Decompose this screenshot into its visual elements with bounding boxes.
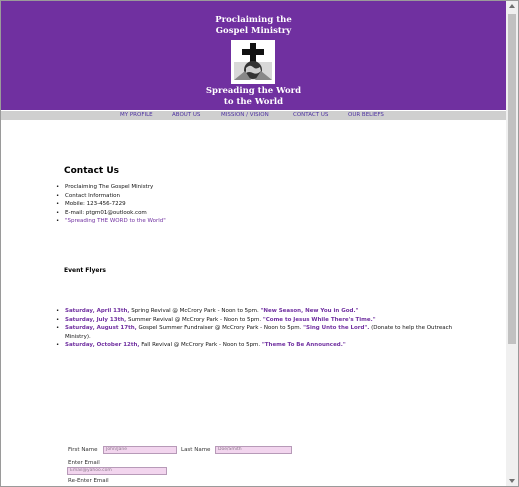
last-name-label: Last Name bbox=[181, 447, 211, 453]
ministry-title: Proclaiming the Gospel Ministry bbox=[1, 15, 506, 37]
tagline-line2: to the World bbox=[223, 97, 284, 107]
event-item: Saturday, October 12th, Fall Revival @ M… bbox=[56, 341, 456, 350]
event-theme: "New Season, New You in God." bbox=[260, 308, 359, 314]
scroll-down-arrow-icon[interactable] bbox=[509, 479, 515, 483]
first-name-label: First Name bbox=[68, 447, 98, 453]
last-name-field[interactable]: Doe/Smith bbox=[215, 446, 292, 454]
tagline: Spreading the Word to the World bbox=[1, 86, 506, 108]
event-theme: "Sing Unto the Lord". bbox=[303, 325, 370, 331]
nav-our-beliefs[interactable]: OUR BELIEFS bbox=[348, 111, 384, 120]
nav-bar: MY PROFILE ABOUT US MISSION / VISION CON… bbox=[1, 111, 506, 120]
event-theme: "Theme To Be Announced." bbox=[261, 342, 346, 348]
vertical-scrollbar[interactable] bbox=[506, 1, 518, 486]
event-description: Fall Revival @ McCrory Park - Noon to 5p… bbox=[139, 342, 262, 348]
event-date: Saturday, July 13th, bbox=[65, 316, 127, 323]
event-item: Saturday, April 13th, Spring Revival @ M… bbox=[56, 307, 456, 316]
event-description: Summer Revival @ McCrory Park - Noon to … bbox=[126, 316, 263, 323]
event-description: Spring Revival @ McCrory Park - Noon to … bbox=[129, 308, 261, 314]
events-heading: Event Flyers bbox=[64, 267, 106, 274]
nav-contact-us[interactable]: CONTACT US bbox=[293, 111, 328, 120]
event-date: Saturday, April 13th, bbox=[65, 308, 130, 314]
contact-slogan: "Spreading THE WORD to the World" bbox=[56, 217, 166, 226]
reenter-email-label: Re-Enter Email bbox=[68, 478, 109, 484]
contact-heading: Contact Us bbox=[64, 166, 120, 176]
nav-mission-vision[interactable]: MISSION / VISION bbox=[221, 111, 269, 120]
event-item: Saturday, August 17th, Gospel Summer Fun… bbox=[56, 324, 456, 341]
contact-item: Proclaiming The Gospel Ministry bbox=[56, 183, 166, 192]
first-name-field[interactable]: John/Jane bbox=[103, 446, 177, 454]
ministry-logo bbox=[231, 40, 275, 84]
header-banner: Proclaiming the Gospel Ministry Spreadin… bbox=[1, 1, 506, 110]
contact-item: Contact Information bbox=[56, 192, 166, 201]
event-item: Saturday, July 13th, Summer Revival @ Mc… bbox=[56, 316, 456, 325]
tagline-line1: Spreading the Word bbox=[205, 86, 302, 96]
events-list: Saturday, April 13th, Spring Revival @ M… bbox=[56, 307, 456, 350]
event-date: Saturday, October 12th, bbox=[65, 342, 140, 348]
ministry-title-line2: Gospel Ministry bbox=[215, 26, 292, 36]
contact-email: E-mail: ptgm01@outlook.com bbox=[56, 209, 166, 218]
email-label: Enter Email bbox=[68, 460, 100, 466]
scroll-up-arrow-icon[interactable] bbox=[509, 4, 515, 8]
contact-item: Mobile: 123-456-7229 bbox=[56, 200, 166, 209]
email-field[interactable]: Email@yahoo.com bbox=[67, 467, 167, 475]
ministry-title-line1: Proclaiming the bbox=[215, 15, 292, 25]
nav-about-us[interactable]: ABOUT US bbox=[172, 111, 200, 120]
nav-my-profile[interactable]: MY PROFILE bbox=[120, 111, 153, 120]
page: Proclaiming the Gospel Ministry Spreadin… bbox=[1, 1, 506, 486]
event-date: Saturday, August 17th, bbox=[65, 325, 137, 331]
contact-list: Proclaiming The Gospel Ministry Contact … bbox=[56, 183, 166, 226]
browser-frame: Proclaiming the Gospel Ministry Spreadin… bbox=[0, 0, 519, 487]
event-theme: "Come to Jesus While There's Time." bbox=[262, 316, 376, 323]
cross-globe-icon bbox=[231, 40, 275, 84]
scrollbar-thumb[interactable] bbox=[508, 14, 516, 344]
event-description: Gospel Summer Fundraiser @ McCrory Park … bbox=[136, 325, 304, 331]
